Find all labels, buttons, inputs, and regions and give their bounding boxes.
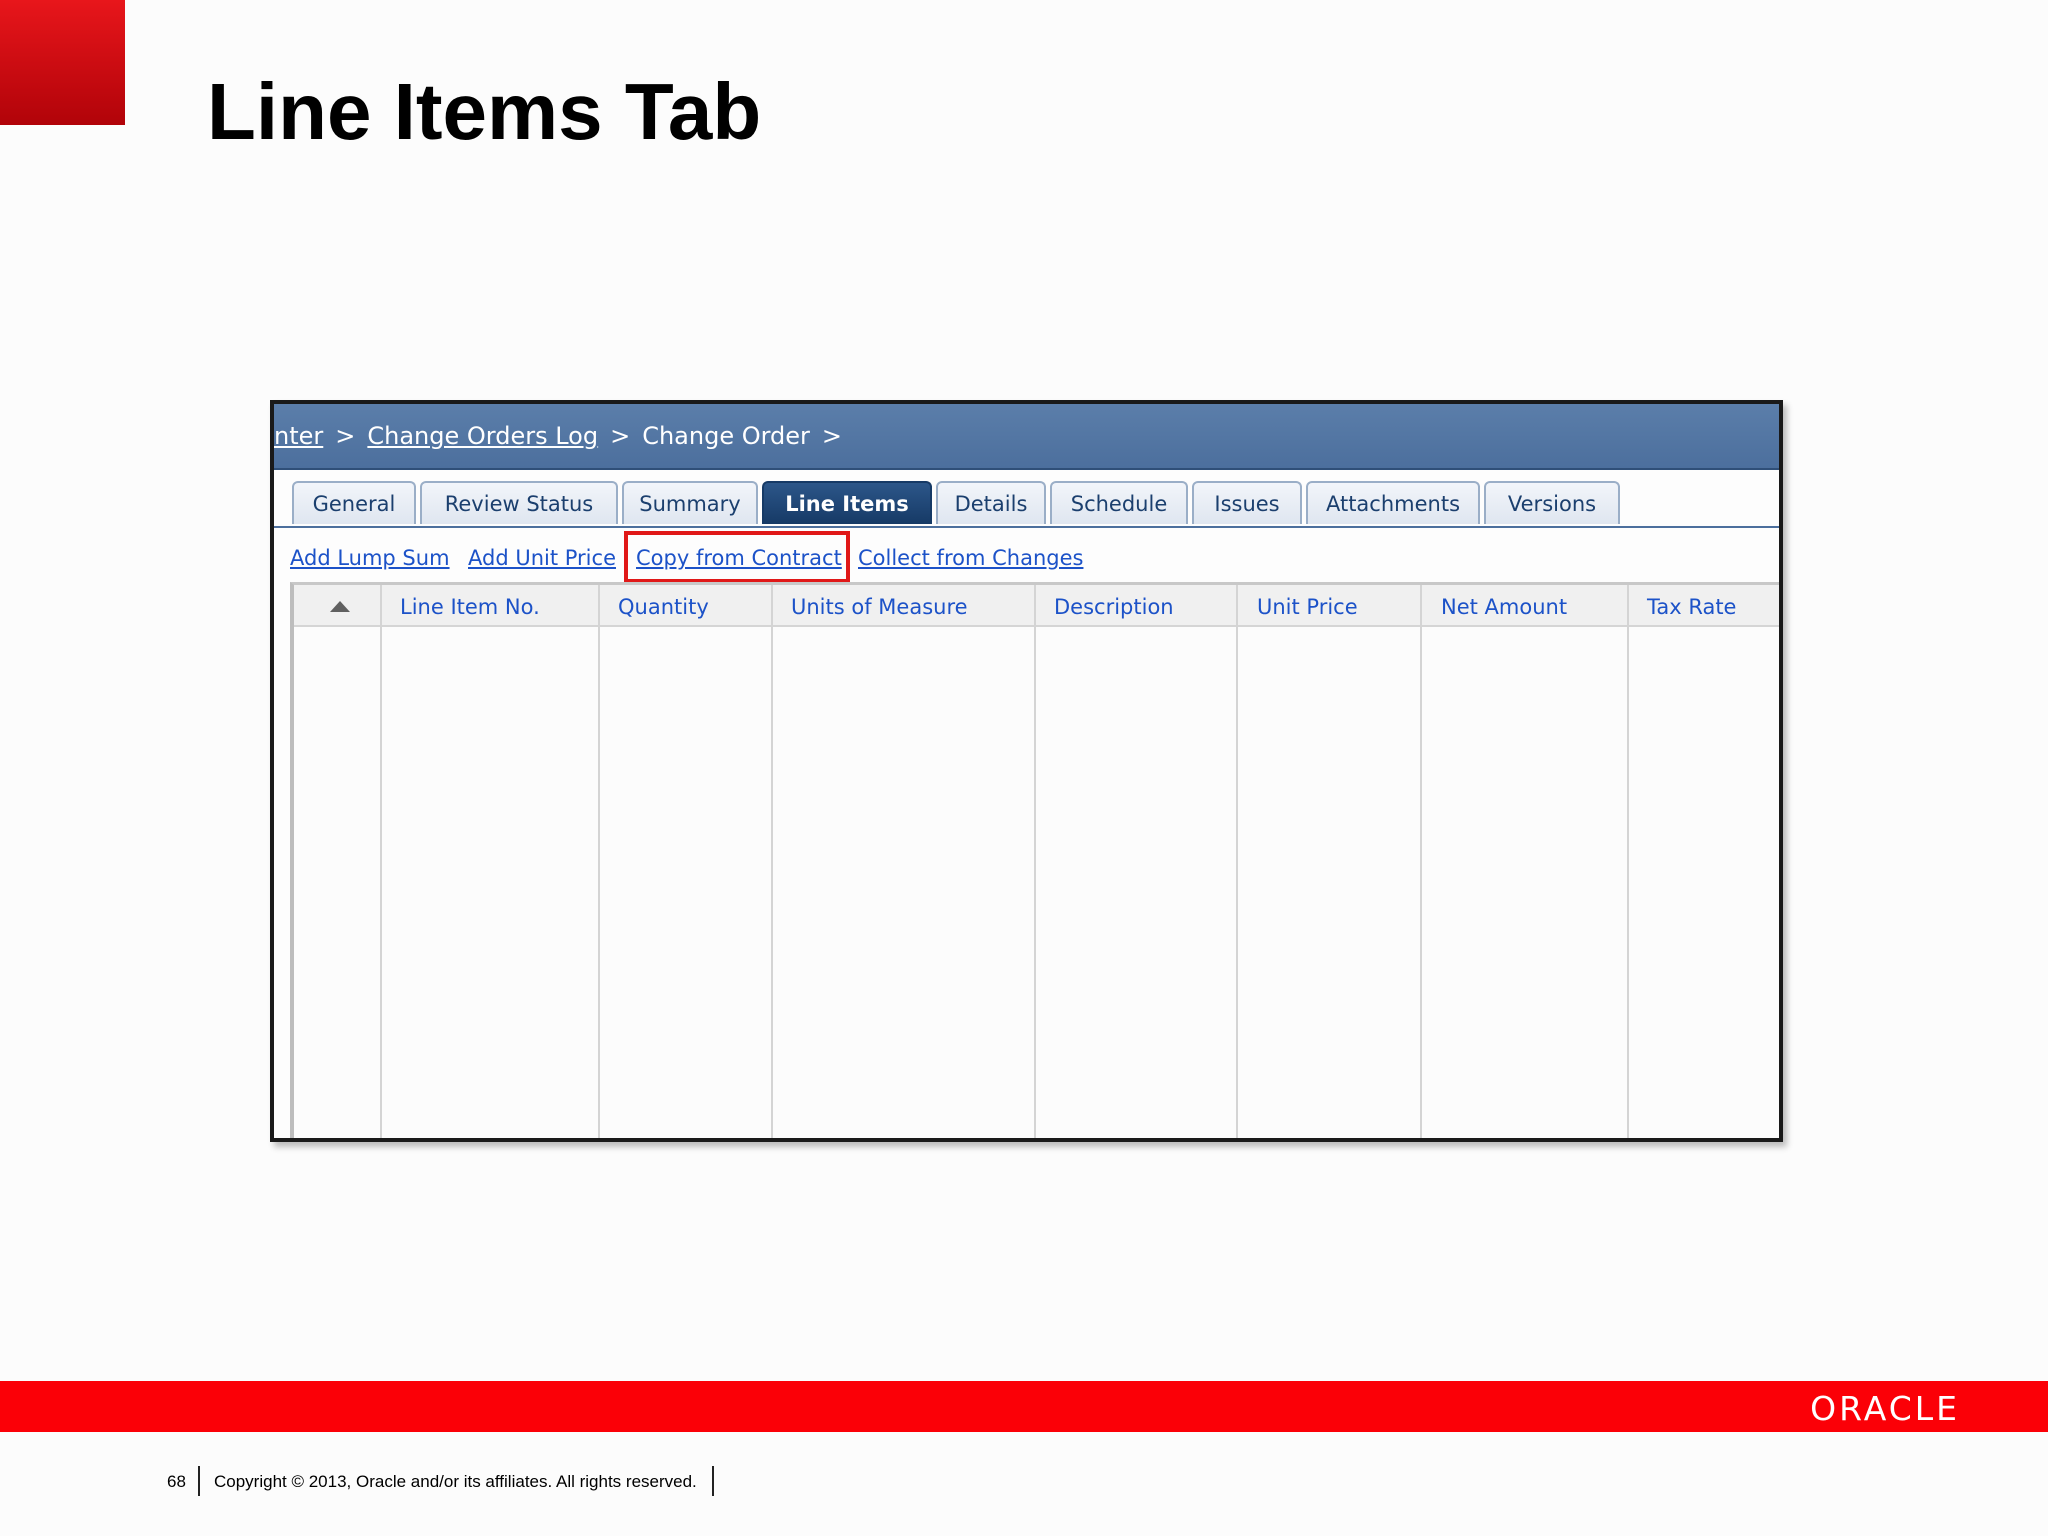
column-header-units-of-measure[interactable]: Units of Measure bbox=[791, 595, 968, 619]
column-divider bbox=[1034, 585, 1036, 1138]
breadcrumb-separator: > bbox=[821, 422, 843, 450]
app-screenshot: nter > Change Orders Log > Change Order … bbox=[270, 400, 1783, 1142]
oracle-logo: ORACLE bbox=[1810, 1389, 1960, 1428]
add-unit-price-link[interactable]: Add Unit Price bbox=[468, 546, 616, 570]
slide-title: Line Items Tab bbox=[207, 67, 762, 156]
page-number: 68 bbox=[167, 1472, 186, 1491]
tab-review-status[interactable]: Review Status bbox=[420, 481, 618, 524]
tab-issues[interactable]: Issues bbox=[1192, 481, 1302, 524]
breadcrumb: nter > Change Orders Log > Change Order … bbox=[274, 404, 1779, 470]
copy-from-contract-link[interactable]: Copy from Contract bbox=[636, 546, 842, 570]
slide-corner-accent bbox=[0, 0, 125, 125]
breadcrumb-item-change-orders-log[interactable]: Change Orders Log bbox=[367, 422, 598, 450]
tab-line-items[interactable]: Line Items bbox=[762, 481, 932, 524]
column-header-description[interactable]: Description bbox=[1054, 595, 1174, 619]
tab-details[interactable]: Details bbox=[936, 481, 1046, 524]
column-divider bbox=[1236, 585, 1238, 1138]
breadcrumb-item-change-order: Change Order bbox=[642, 422, 810, 450]
column-header-net-amount[interactable]: Net Amount bbox=[1441, 595, 1567, 619]
column-header-unit-price[interactable]: Unit Price bbox=[1257, 595, 1358, 619]
tab-schedule[interactable]: Schedule bbox=[1050, 481, 1188, 524]
column-header-quantity[interactable]: Quantity bbox=[618, 595, 709, 619]
column-divider bbox=[380, 585, 382, 1138]
copyright-notice: Copyright © 2013, Oracle and/or its affi… bbox=[214, 1472, 697, 1491]
add-lump-sum-link[interactable]: Add Lump Sum bbox=[290, 546, 450, 570]
column-divider bbox=[1627, 585, 1629, 1138]
tab-general[interactable]: General bbox=[292, 481, 416, 524]
column-divider bbox=[1420, 585, 1422, 1138]
breadcrumb-separator: > bbox=[335, 422, 356, 450]
footer-divider bbox=[712, 1466, 714, 1496]
footer-bar: ORACLE bbox=[0, 1381, 2048, 1432]
column-header-line-item-no[interactable]: Line Item No. bbox=[400, 595, 540, 619]
breadcrumb-item-center[interactable]: nter bbox=[274, 422, 323, 450]
tab-summary[interactable]: Summary bbox=[622, 481, 758, 524]
line-items-table: Line Item No. Quantity Units of Measure … bbox=[290, 582, 1779, 1138]
action-bar: Add Lump Sum Add Unit Price Copy from Co… bbox=[274, 528, 1779, 584]
footer-divider bbox=[198, 1466, 200, 1496]
tab-bar: General Review Status Summary Line Items… bbox=[274, 470, 1779, 528]
tab-versions[interactable]: Versions bbox=[1484, 481, 1620, 524]
column-divider bbox=[771, 585, 773, 1138]
breadcrumb-separator: > bbox=[610, 422, 631, 450]
table-header: Line Item No. Quantity Units of Measure … bbox=[294, 585, 1779, 627]
column-divider bbox=[598, 585, 600, 1138]
sort-ascending-icon[interactable] bbox=[330, 601, 350, 612]
tab-attachments[interactable]: Attachments bbox=[1306, 481, 1480, 524]
collect-from-changes-link[interactable]: Collect from Changes bbox=[858, 546, 1083, 570]
column-header-tax-rate[interactable]: Tax Rate bbox=[1647, 595, 1736, 619]
